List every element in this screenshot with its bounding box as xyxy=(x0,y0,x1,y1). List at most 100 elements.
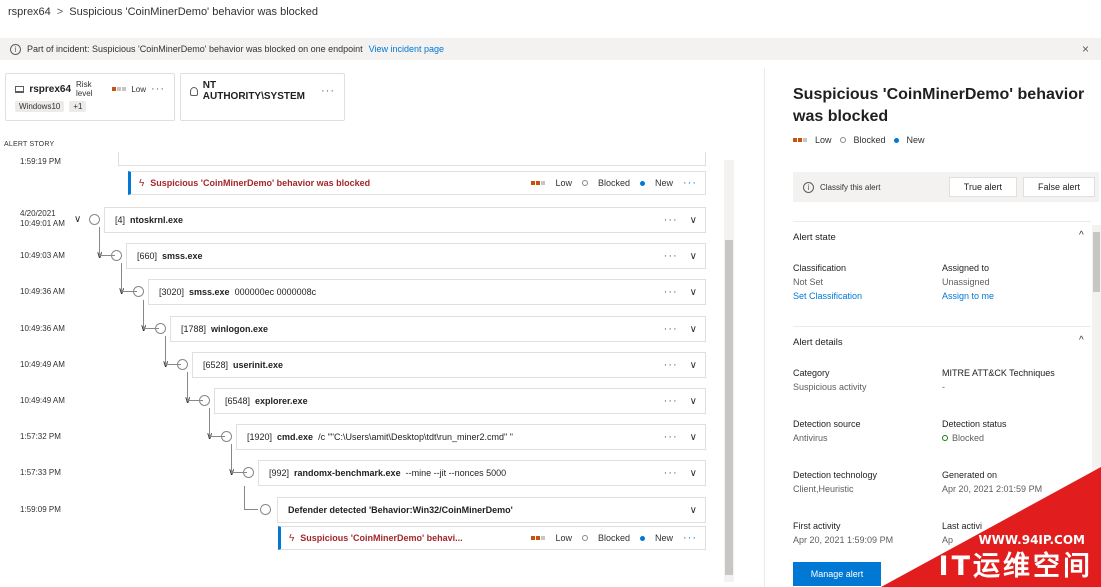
risk-level-label: Risk level xyxy=(76,80,93,98)
process-more-button[interactable]: ··· xyxy=(664,359,678,371)
alert-state-header[interactable]: Alert state xyxy=(793,232,836,243)
alert-row-bottom[interactable]: ϟ Suspicious 'CoinMinerDemo' behavi... L… xyxy=(278,526,706,550)
process-row[interactable]: [3020] smss.exe 000000ec 0000008c ··· ∨ xyxy=(148,279,706,305)
process-more-button[interactable]: ··· xyxy=(664,395,678,407)
process-row[interactable]: [660] smss.exe ··· ∨ xyxy=(126,243,706,269)
device-name: rsprex64 xyxy=(29,83,72,95)
process-id: [6528] xyxy=(203,360,229,370)
chevron-down-icon[interactable]: ∨ xyxy=(690,324,697,335)
user-more-button[interactable]: ··· xyxy=(321,85,335,97)
tree-line xyxy=(121,263,122,292)
top-time: 1:59:19 PM xyxy=(20,157,61,166)
process-time: 1:57:33 PM xyxy=(20,468,61,478)
alert-row-top[interactable]: ϟ Suspicious 'CoinMinerDemo' behavior wa… xyxy=(128,171,706,195)
classify-text: Classify this alert xyxy=(820,182,881,192)
chevron-down-icon[interactable]: ∨ xyxy=(690,468,697,479)
detection-status-value-row: Blocked xyxy=(942,433,1007,443)
os-tag: Windows10 xyxy=(15,101,65,112)
process-row[interactable]: [1788] winlogon.exe ··· ∨ xyxy=(170,316,706,342)
info-icon: i xyxy=(803,181,814,193)
mitre-label: MITRE ATT&CK Techniques xyxy=(942,368,1055,378)
classification-label: Classification xyxy=(793,263,847,273)
close-icon[interactable]: × xyxy=(1082,42,1089,56)
manage-alert-button[interactable]: Manage alert xyxy=(793,562,881,586)
set-classification-link[interactable]: Set Classification xyxy=(793,291,862,301)
tree-line xyxy=(209,408,210,437)
chevron-down-icon[interactable]: ∨ xyxy=(690,215,697,226)
blocked-status-icon xyxy=(581,535,588,541)
chevron-up-icon[interactable]: ^ xyxy=(1079,230,1084,241)
severity-bars-icon xyxy=(531,181,546,185)
process-args: /c ""C:\Users\amit\Desktop\tdt\run_miner… xyxy=(318,432,513,442)
device-more-button[interactable]: ··· xyxy=(151,83,165,95)
process-more-button[interactable]: ··· xyxy=(664,214,678,226)
process-row[interactable]: [1920] cmd.exe/c ""C:\Users\amit\Desktop\… xyxy=(236,424,706,450)
alert-story-label: ALERT STORY xyxy=(4,141,55,148)
device-card[interactable]: rsprex64 Risk level Low ··· Windows10 +1 xyxy=(5,73,175,121)
alert-severity: Low xyxy=(555,533,572,543)
process-more-button[interactable]: ··· xyxy=(664,286,678,298)
detection-status-value: Blocked xyxy=(952,433,985,443)
detection-technology-field: Detection technology Client,Heuristic xyxy=(793,470,877,494)
view-incident-link[interactable]: View incident page xyxy=(369,44,444,54)
tree-line xyxy=(165,336,166,365)
process-gear-icon xyxy=(177,359,188,370)
alert-more-button[interactable]: ··· xyxy=(683,532,697,544)
user-card[interactable]: NT AUTHORITY\SYSTEM ··· xyxy=(180,73,345,121)
alert-title: Suspicious 'CoinMinerDemo' behavi... xyxy=(300,533,463,543)
process-time: 4/20/2021 10:49:01 AM xyxy=(20,209,65,229)
alert-status: Blocked xyxy=(597,533,630,543)
alert-severity: Low xyxy=(555,178,572,188)
process-name: smss.exe xyxy=(162,251,203,261)
story-scrollbar-thumb[interactable] xyxy=(725,240,733,575)
process-row[interactable]: [6528] userinit.exe ··· ∨ xyxy=(192,352,706,378)
extra-tags-badge[interactable]: +1 xyxy=(69,101,87,112)
process-time-line: 1:57:33 PM xyxy=(20,468,61,477)
classify-bar: i Classify this alert True alert False a… xyxy=(793,172,1099,202)
detection-row[interactable]: Defender detected 'Behavior:Win32/CoinMi… xyxy=(277,497,706,523)
chevron-down-icon[interactable]: ∨ xyxy=(690,360,697,371)
chevron-down-icon[interactable]: ∨ xyxy=(690,432,697,443)
new-state-icon xyxy=(893,137,899,143)
alert-details-header[interactable]: Alert details xyxy=(793,337,843,348)
alert-state: New xyxy=(654,533,673,543)
detection-status-field: Detection status Blocked xyxy=(942,419,1007,443)
panel-divider xyxy=(764,68,765,587)
chevron-down-icon[interactable]: ∨ xyxy=(690,505,697,516)
tree-line xyxy=(187,372,188,401)
process-time-line: 10:49:36 AM xyxy=(20,287,65,296)
process-time: 10:49:49 AM xyxy=(20,360,65,370)
panel-scrollbar-thumb[interactable] xyxy=(1093,232,1100,292)
process-row[interactable]: [6548] explorer.exe ··· ∨ xyxy=(214,388,706,414)
process-row[interactable]: [4] ntoskrnl.exe ··· ∨ xyxy=(104,207,706,233)
classification-value: Not Set xyxy=(793,277,824,287)
blocked-status-icon xyxy=(581,180,588,186)
process-time-line: 10:49:03 AM xyxy=(20,251,65,260)
chevron-up-icon[interactable]: ^ xyxy=(1079,335,1084,346)
detection-title: Defender detected 'Behavior:Win32/CoinMi… xyxy=(288,505,513,515)
detection-status-label: Detection status xyxy=(942,419,1007,429)
process-more-button[interactable]: ··· xyxy=(664,431,678,443)
process-time: 10:49:36 AM xyxy=(20,287,65,297)
false-alert-button[interactable]: False alert xyxy=(1022,177,1095,197)
alert-more-button[interactable]: ··· xyxy=(683,177,697,189)
assign-to-me-link[interactable]: Assign to me xyxy=(942,291,994,301)
breadcrumb-root[interactable]: rsprex64 xyxy=(8,6,51,18)
chevron-down-icon[interactable]: ∨ xyxy=(690,396,697,407)
expand-chevron-icon[interactable]: ∨ xyxy=(74,214,81,225)
process-more-button[interactable]: ··· xyxy=(664,467,678,479)
severity-bars-icon xyxy=(793,138,807,142)
process-more-button[interactable]: ··· xyxy=(664,250,678,262)
severity-bars-icon xyxy=(531,536,546,540)
process-name: smss.exe xyxy=(189,287,230,297)
process-more-button[interactable]: ··· xyxy=(664,323,678,335)
panel-state: New xyxy=(906,135,925,145)
chevron-down-icon[interactable]: ∨ xyxy=(690,251,697,262)
risk-level-value: Low xyxy=(131,84,146,94)
process-row[interactable]: [992] randomx-benchmark.exe --mine --jit -… xyxy=(258,460,706,486)
alert-bolt-icon: ϟ xyxy=(139,177,145,189)
divider xyxy=(793,326,1091,327)
true-alert-button[interactable]: True alert xyxy=(948,177,1017,197)
chevron-down-icon[interactable]: ∨ xyxy=(690,287,697,298)
process-id: [4] xyxy=(115,215,126,225)
